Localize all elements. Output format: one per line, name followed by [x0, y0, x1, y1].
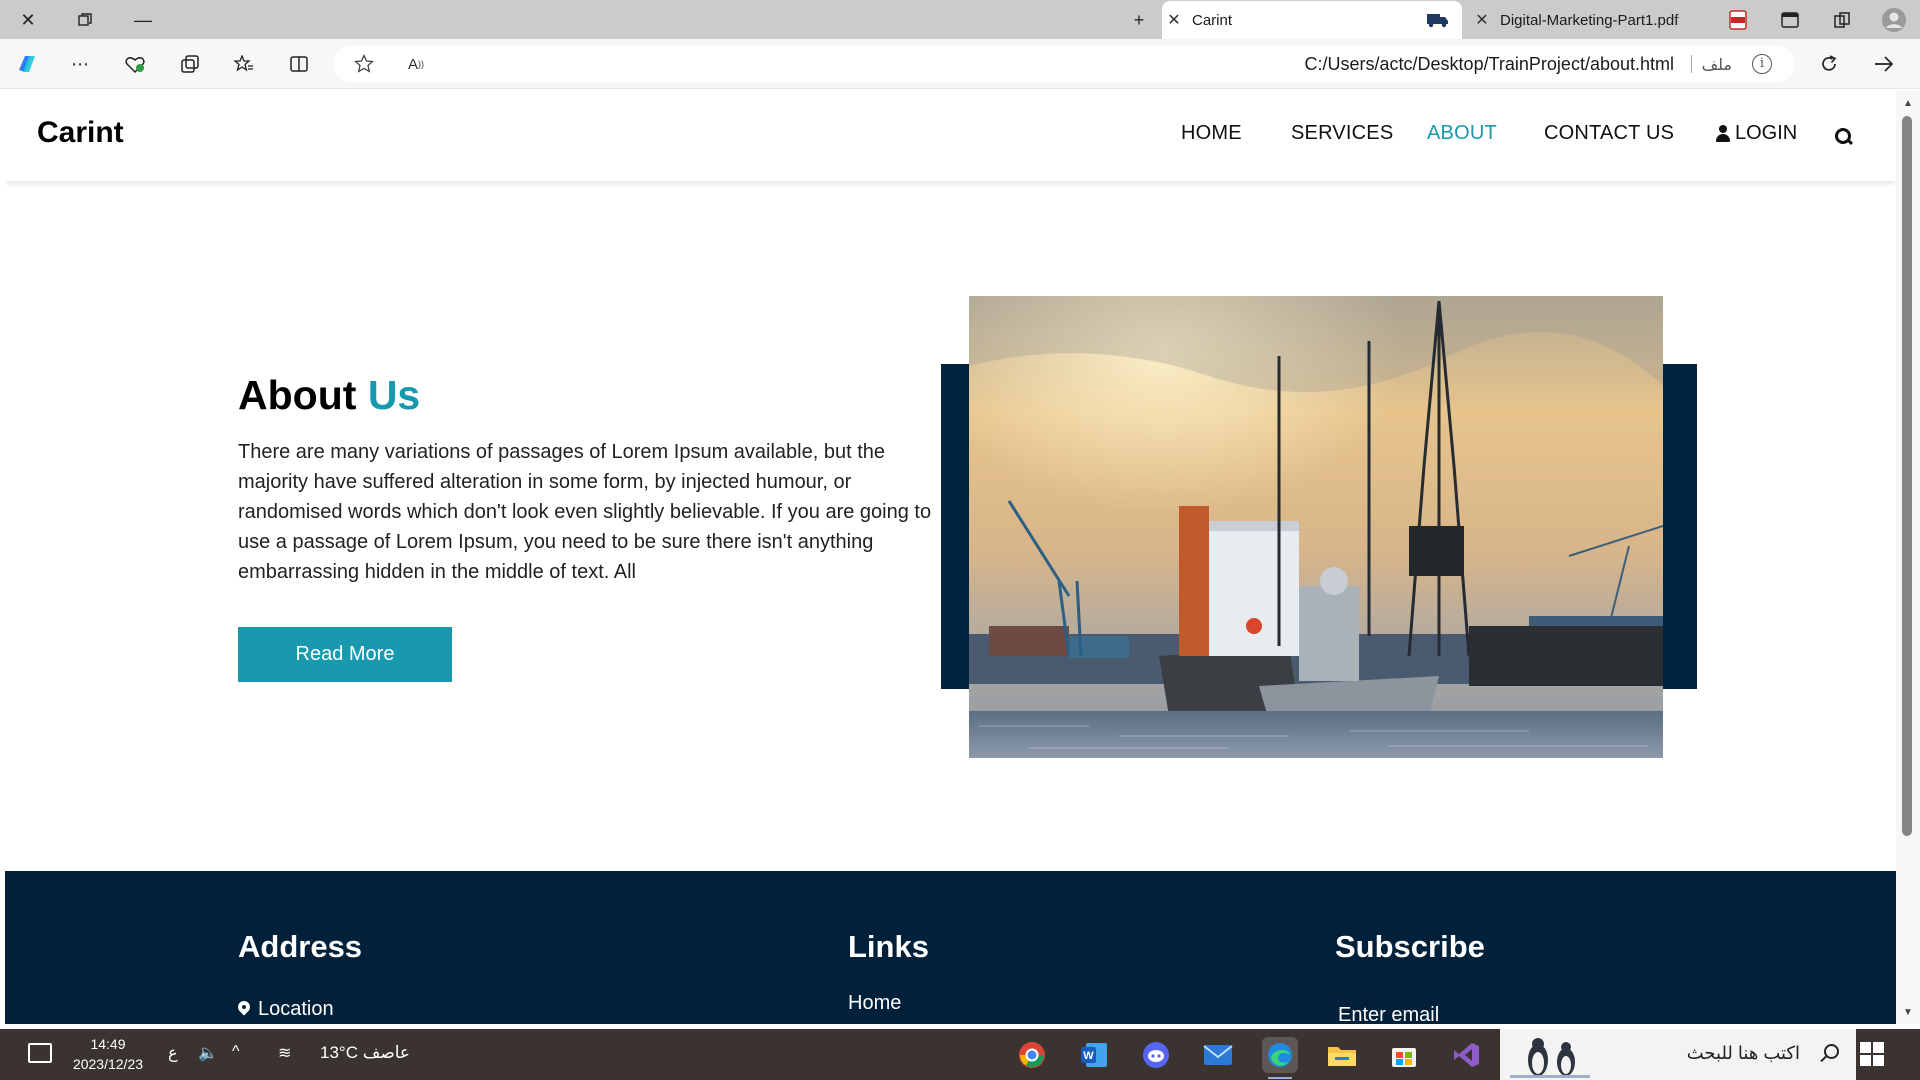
taskbar-clock[interactable]: 14:49 2023/12/23: [68, 1034, 148, 1074]
site-header: Carint HOME SERVICES ABOUT CONTACT US LO…: [5, 90, 1896, 181]
close-window-icon[interactable]: ✕: [15, 7, 41, 33]
footer-subscribe-heading: Subscribe: [1335, 929, 1485, 964]
discord-app-icon[interactable]: [1138, 1037, 1174, 1073]
active-app-indicator: [1268, 1077, 1292, 1079]
new-tab-icon[interactable]: +: [1126, 7, 1152, 33]
collections-icon[interactable]: [177, 51, 203, 77]
about-heading: About Us: [238, 372, 420, 419]
about-heading-accent: Us: [367, 372, 421, 418]
site-logo[interactable]: Carint: [37, 116, 124, 150]
footer-link-home[interactable]: Home: [848, 992, 901, 1015]
page-viewport: Carint HOME SERVICES ABOUT CONTACT US LO…: [5, 90, 1896, 1024]
login-label: LOGIN: [1735, 122, 1798, 144]
tab-close-icon[interactable]: ✕: [1470, 10, 1494, 30]
page-scrollbar[interactable]: ▲ ▼: [1896, 90, 1920, 1024]
split-screen-icon[interactable]: [286, 51, 312, 77]
subscribe-email-input[interactable]: Enter email: [1338, 1004, 1439, 1024]
copilot-icon[interactable]: [14, 51, 40, 77]
tab-close-icon[interactable]: ✕: [1162, 10, 1186, 30]
footer-links-heading: Links: [848, 929, 929, 964]
nav-services-link[interactable]: SERVICES: [1291, 122, 1393, 145]
tab-title: Digital-Marketing-Part1.pdf: [1500, 11, 1679, 29]
footer-address-heading: Address: [238, 929, 363, 964]
favorite-star-icon[interactable]: [351, 51, 377, 77]
scroll-up-arrow-icon[interactable]: ▲: [1903, 98, 1913, 109]
nav-home-link[interactable]: HOME: [1181, 122, 1242, 145]
workspaces-icon[interactable]: [1829, 7, 1855, 33]
taskbar-search-placeholder: اكتب هنا للبحث: [1686, 1043, 1800, 1063]
clock-date: 2023/12/23: [72, 1056, 144, 1072]
scroll-thumb[interactable]: [1902, 116, 1912, 836]
nav-about-link[interactable]: ABOUT: [1427, 122, 1497, 145]
nav-contact-link[interactable]: CONTACT US: [1544, 122, 1674, 145]
browser-tab-strip: ✕ — + ✕ Carint ✕ Digital-Marketing-Part1…: [0, 0, 1920, 39]
url-separator: [1691, 55, 1692, 73]
taskbar-search-box[interactable]: اكتب هنا للبحث: [1500, 1029, 1856, 1080]
store-app-icon[interactable]: [1386, 1037, 1422, 1073]
visual-studio-app-icon[interactable]: [1448, 1037, 1484, 1073]
nav-login-link[interactable]: LOGIN: [1715, 122, 1797, 145]
minimize-window-icon[interactable]: —: [130, 7, 156, 33]
edge-app-icon[interactable]: [1262, 1037, 1298, 1079]
site-info-icon[interactable]: i: [1752, 54, 1772, 74]
weather-condition: عاصف: [362, 1043, 411, 1062]
browser-toolbar: ⋯ A)) C:/Users/actc/Desktop/TrainProject…: [0, 39, 1920, 89]
file-scheme-label: ملف: [1701, 57, 1732, 74]
chrome-app-icon[interactable]: [1014, 1037, 1050, 1073]
address-bar[interactable]: A)) C:/Users/actc/Desktop/TrainProject/a…: [334, 45, 1794, 83]
scroll-down-arrow-icon[interactable]: ▼: [1903, 1007, 1913, 1018]
windows-start-icon[interactable]: [1860, 1042, 1884, 1066]
read-aloud-icon[interactable]: A)): [403, 51, 429, 77]
browser-essentials-icon[interactable]: [122, 51, 148, 77]
read-more-button[interactable]: Read More: [238, 627, 452, 682]
windows-taskbar: 14:49 2023/12/23 ع 🔈 ^ ≋ 13°C عاصف W اكت…: [0, 1029, 1920, 1080]
notification-center-icon[interactable]: [28, 1043, 52, 1063]
user-icon: [1715, 124, 1731, 143]
svg-text:W: W: [1083, 1050, 1094, 1062]
truck-icon: [1427, 12, 1449, 28]
footer-location-text: Location: [258, 998, 334, 1020]
profile-avatar-icon[interactable]: [1881, 7, 1907, 33]
search-icon: [1820, 1044, 1839, 1062]
volume-icon[interactable]: 🔈: [198, 1043, 218, 1063]
url-text: C:/Users/actc/Desktop/TrainProject/about…: [1304, 54, 1674, 74]
tab-carint[interactable]: ✕ Carint: [1162, 1, 1462, 39]
sidebar-panel-icon[interactable]: [1777, 7, 1803, 33]
tab-title: Carint: [1192, 11, 1233, 29]
site-footer: Address Location Links Home Subscribe En…: [5, 871, 1896, 1024]
favorites-list-icon[interactable]: [231, 51, 257, 77]
file-explorer-app-icon[interactable]: [1324, 1037, 1360, 1073]
input-language-indicator[interactable]: ع: [168, 1043, 178, 1063]
tab-pdf[interactable]: ✕ Digital-Marketing-Part1.pdf: [1470, 1, 1730, 39]
pdf-icon[interactable]: [1725, 7, 1751, 33]
about-paragraph: There are many variations of passages of…: [238, 441, 932, 583]
map-pin-icon: [238, 1001, 250, 1019]
clock-time: 14:49: [90, 1036, 126, 1052]
forward-icon[interactable]: [1871, 51, 1897, 77]
mail-app-icon[interactable]: [1200, 1037, 1236, 1073]
penguins-illustration-icon: [1510, 1038, 1590, 1078]
about-heading-main: About: [238, 372, 357, 418]
word-app-icon[interactable]: W: [1076, 1037, 1112, 1073]
port-cranes-image: [969, 296, 1663, 758]
refresh-icon[interactable]: [1816, 51, 1842, 77]
restore-window-icon[interactable]: [72, 7, 98, 33]
footer-location: Location: [238, 998, 334, 1021]
weather-temperature: 13°C: [320, 1043, 358, 1062]
weather-widget[interactable]: 13°C عاصف: [320, 1043, 410, 1063]
weather-wind-icon[interactable]: ≋: [278, 1043, 291, 1063]
chevron-up-icon[interactable]: ^: [232, 1043, 240, 1061]
search-icon[interactable]: [1835, 128, 1852, 145]
more-options-icon[interactable]: ⋯: [67, 51, 93, 77]
